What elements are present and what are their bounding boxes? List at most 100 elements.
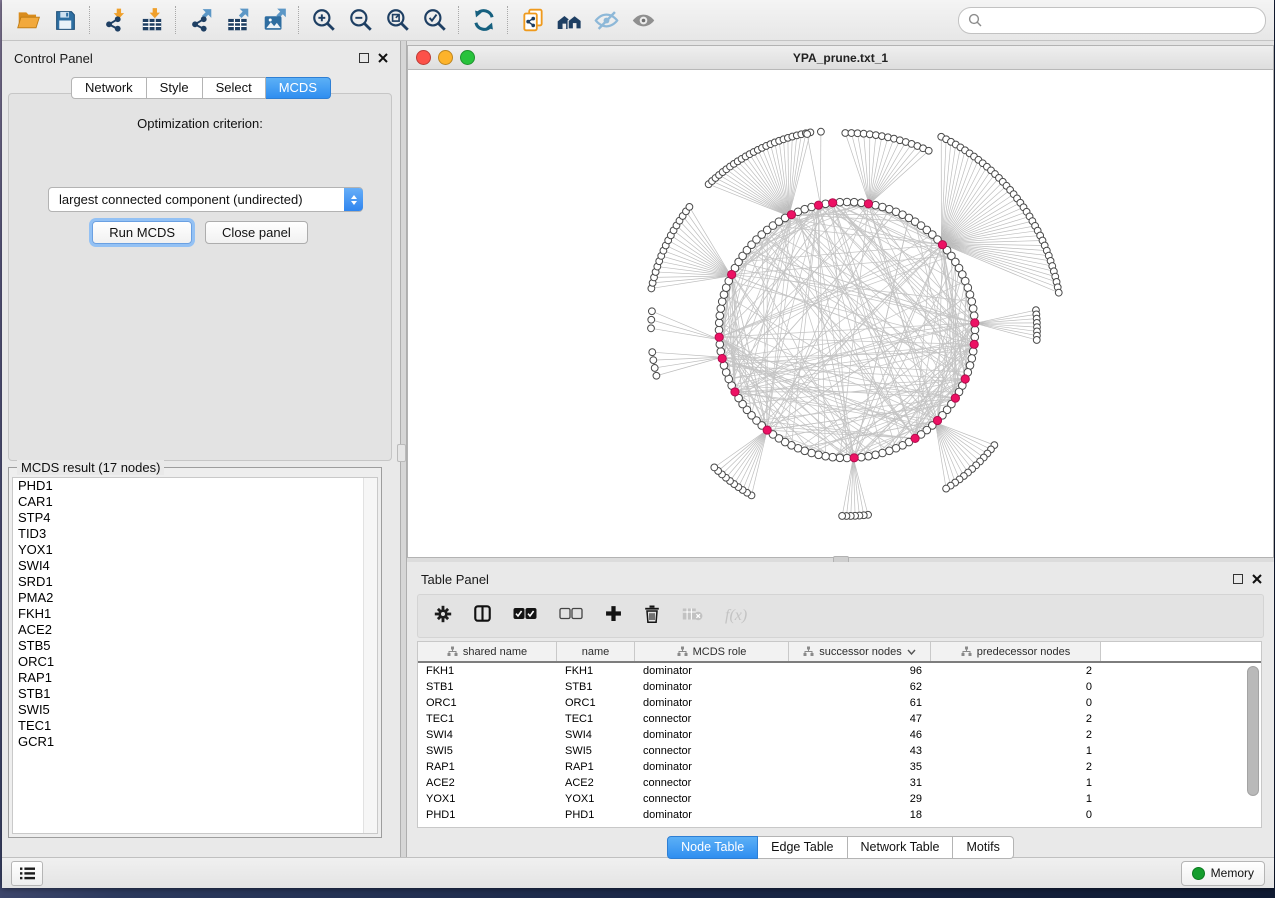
mcds-result-item[interactable]: YOX1 bbox=[13, 542, 377, 558]
tab-network[interactable]: Network bbox=[71, 77, 147, 99]
close-table-panel-icon[interactable] bbox=[1252, 574, 1262, 584]
column-chooser-button[interactable] bbox=[474, 605, 491, 627]
export-table-button[interactable] bbox=[219, 3, 256, 37]
column-chooser-icon bbox=[474, 605, 491, 622]
save-session-button[interactable] bbox=[47, 3, 84, 37]
cell-mcds-role: connector bbox=[635, 711, 789, 727]
select-all-button[interactable] bbox=[513, 607, 537, 625]
table-panel-title: Table Panel bbox=[421, 572, 489, 587]
mcds-result-item[interactable]: STB1 bbox=[13, 686, 377, 702]
refresh-button[interactable] bbox=[465, 3, 502, 37]
first-neighbors-button[interactable] bbox=[551, 3, 588, 37]
cell-successor-nodes: 29 bbox=[789, 791, 931, 807]
clone-network-button[interactable] bbox=[514, 3, 551, 37]
show-panels-button[interactable] bbox=[625, 3, 662, 37]
column-header-successor-nodes[interactable]: successor nodes bbox=[789, 642, 931, 661]
criterion-dropdown[interactable]: largest connected component (undirected) bbox=[48, 187, 363, 212]
refresh-icon bbox=[471, 7, 497, 33]
cell-name: SWI5 bbox=[557, 743, 635, 759]
tree-column-icon bbox=[677, 646, 688, 657]
zoom-selected-button[interactable] bbox=[416, 3, 453, 37]
column-header-name[interactable]: name bbox=[557, 642, 635, 661]
mcds-result-item[interactable]: FKH1 bbox=[13, 606, 377, 622]
zoom-fit-icon bbox=[385, 7, 411, 33]
mcds-result-group: MCDS result (17 nodes) PHD1CAR1STP4TID3Y… bbox=[8, 467, 382, 838]
toolbar-separator bbox=[458, 6, 460, 34]
mcds-result-item[interactable]: CAR1 bbox=[13, 494, 377, 510]
deselect-all-button[interactable] bbox=[559, 607, 583, 625]
mcds-result-item[interactable]: SRD1 bbox=[13, 574, 377, 590]
tab-style[interactable]: Style bbox=[147, 77, 203, 99]
table-row[interactable]: TEC1TEC1connector472 bbox=[418, 711, 1261, 727]
network-view-window: YPA_prune.txt_1 bbox=[407, 45, 1274, 558]
import-network-button[interactable] bbox=[96, 3, 133, 37]
gear-icon bbox=[434, 605, 452, 623]
mcds-result-item[interactable]: TEC1 bbox=[13, 718, 377, 734]
vertical-splitter[interactable] bbox=[400, 41, 407, 857]
memory-button[interactable]: Memory bbox=[1181, 861, 1265, 886]
tab-motifs[interactable]: Motifs bbox=[953, 836, 1013, 859]
add-row-button[interactable] bbox=[605, 605, 622, 627]
sort-chevron-icon bbox=[907, 649, 916, 655]
mcds-result-item[interactable]: GCR1 bbox=[13, 734, 377, 750]
table-row[interactable]: ORC1ORC1dominator610 bbox=[418, 695, 1261, 711]
show-panel-list-button[interactable] bbox=[11, 861, 43, 886]
open-file-button[interactable] bbox=[10, 3, 47, 37]
search-input[interactable] bbox=[988, 12, 1256, 28]
column-header-shared-name[interactable]: shared name bbox=[418, 642, 557, 661]
control-panel-title: Control Panel bbox=[14, 51, 93, 66]
memory-status-dot-icon bbox=[1192, 867, 1205, 880]
mcds-result-item[interactable]: SWI5 bbox=[13, 702, 377, 718]
column-header-predecessor-nodes[interactable]: predecessor nodes bbox=[931, 642, 1101, 661]
table-settings-button[interactable] bbox=[434, 605, 452, 628]
table-scrollbar-thumb[interactable] bbox=[1247, 666, 1259, 796]
table-row[interactable]: ACE2ACE2connector311 bbox=[418, 775, 1261, 791]
zoom-out-icon bbox=[348, 7, 374, 33]
mcds-result-item[interactable]: RAP1 bbox=[13, 670, 377, 686]
tab-node-table[interactable]: Node Table bbox=[667, 836, 758, 859]
tab-mcds[interactable]: MCDS bbox=[266, 77, 331, 99]
delete-row-button[interactable] bbox=[644, 605, 660, 628]
table-row[interactable]: YOX1YOX1connector291 bbox=[418, 791, 1261, 807]
column-header-mcds-role[interactable]: MCDS role bbox=[635, 642, 789, 661]
table-row[interactable]: FKH1FKH1dominator962 bbox=[418, 663, 1261, 679]
zoom-in-button[interactable] bbox=[305, 3, 342, 37]
tab-network-table[interactable]: Network Table bbox=[848, 836, 954, 859]
mcds-result-item[interactable]: PMA2 bbox=[13, 590, 377, 606]
mcds-result-item[interactable]: SWI4 bbox=[13, 558, 377, 574]
network-canvas[interactable] bbox=[408, 70, 1273, 557]
table-row[interactable]: STB1STB1dominator620 bbox=[418, 679, 1261, 695]
vertical-splitter-handle[interactable] bbox=[397, 444, 406, 462]
float-table-panel-icon[interactable] bbox=[1233, 574, 1243, 584]
mcds-result-item[interactable]: TID3 bbox=[13, 526, 377, 542]
cell-shared-name: FKH1 bbox=[418, 663, 557, 679]
tab-select[interactable]: Select bbox=[203, 77, 266, 99]
network-view-title: YPA_prune.txt_1 bbox=[408, 51, 1273, 65]
hide-panels-button[interactable] bbox=[588, 3, 625, 37]
export-network-icon bbox=[188, 7, 214, 33]
zoom-out-button[interactable] bbox=[342, 3, 379, 37]
cell-mcds-role: dominator bbox=[635, 727, 789, 743]
close-panel-button[interactable]: Close panel bbox=[205, 221, 308, 244]
export-image-button[interactable] bbox=[256, 3, 293, 37]
table-row[interactable]: PHD1PHD1dominator180 bbox=[418, 807, 1261, 823]
run-mcds-button[interactable]: Run MCDS bbox=[92, 221, 192, 244]
table-row[interactable]: SWI4SWI4dominator462 bbox=[418, 727, 1261, 743]
cell-predecessor-nodes: 0 bbox=[931, 807, 1101, 823]
export-network-button[interactable] bbox=[182, 3, 219, 37]
close-panel-icon[interactable] bbox=[378, 53, 388, 63]
mcds-result-item[interactable]: ACE2 bbox=[13, 622, 377, 638]
tab-edge-table[interactable]: Edge Table bbox=[758, 836, 847, 859]
table-row[interactable]: SWI5SWI5connector431 bbox=[418, 743, 1261, 759]
select-all-icon bbox=[513, 607, 537, 620]
float-panel-icon[interactable] bbox=[359, 53, 369, 63]
table-row[interactable]: RAP1RAP1dominator352 bbox=[418, 759, 1261, 775]
mcds-result-item[interactable]: PHD1 bbox=[13, 478, 377, 494]
mcds-list-scrollbar[interactable] bbox=[363, 478, 377, 833]
mcds-result-item[interactable]: STP4 bbox=[13, 510, 377, 526]
zoom-fit-button[interactable] bbox=[379, 3, 416, 37]
mcds-result-item[interactable]: STB5 bbox=[13, 638, 377, 654]
mcds-result-item[interactable]: ORC1 bbox=[13, 654, 377, 670]
import-table-button[interactable] bbox=[133, 3, 170, 37]
cell-predecessor-nodes: 1 bbox=[931, 775, 1101, 791]
